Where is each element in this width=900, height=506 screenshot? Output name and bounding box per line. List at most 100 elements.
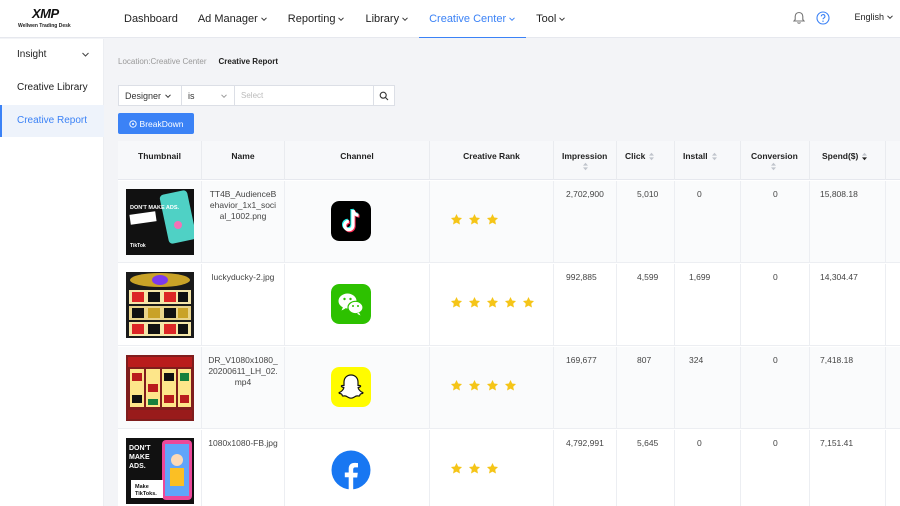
cell-thumb [118, 264, 202, 346]
sidebar-item-label: Creative Report [17, 115, 88, 126]
cell-conversion: 0 [741, 347, 810, 429]
column-header-impression[interactable]: Impression [554, 141, 617, 180]
breakdown-button[interactable]: BreakDown [118, 113, 194, 134]
cell-value: 5,645 [637, 438, 659, 448]
creative-thumbnail[interactable]: DON'T MAKE ADS. Make TikToks. [126, 438, 194, 504]
column-header-conversion[interactable]: Conversion [741, 141, 810, 180]
creative-thumbnail[interactable] [126, 355, 194, 421]
star-icon [450, 213, 463, 225]
star-icon [468, 462, 481, 474]
chevron-down-icon [509, 16, 515, 21]
sidebar: Insight Creative Library Creative Report [0, 39, 104, 506]
sort-icon[interactable] [770, 162, 777, 171]
cell-value: 14,304.47 [820, 272, 858, 282]
nav-item-library[interactable]: Library [355, 0, 419, 38]
filter-operator-select[interactable]: is [181, 85, 235, 106]
column-header-install[interactable]: Install [675, 141, 741, 180]
cell-install: 0 [675, 181, 741, 263]
main-nav: Dashboard Ad Manager Reporting Library Creat… [114, 0, 576, 38]
cell-impression: 2,702,900 [554, 181, 617, 263]
nav-item-tool[interactable]: Tool [526, 0, 576, 38]
cell-value: 15,808.18 [820, 189, 858, 199]
table-row[interactable]: DON'T MAKE ADS. TikTok TT4B_AudienceBehavi… [118, 181, 900, 263]
facebook-icon [331, 450, 371, 490]
nav-item-reporting[interactable]: Reporting [278, 0, 356, 38]
creative-thumbnail[interactable] [126, 272, 194, 338]
search-button[interactable] [373, 85, 395, 106]
cell-value: 7,151.41 [820, 438, 854, 448]
table-row[interactable]: DON'T MAKE ADS. Make TikToks. 1080x1080-FB.jp… [118, 430, 900, 506]
cell-spend: 15,808.18 [810, 181, 886, 263]
cell-impression: 4,792,991 [554, 430, 617, 506]
cell-value: 4,599 [637, 272, 659, 282]
creative-name: 1080x1080-FB.jpg [208, 438, 278, 448]
cell-thumb: DON'T MAKE ADS. Make TikToks. [118, 430, 202, 506]
cell-value: 7,418.18 [820, 355, 854, 365]
sort-icon[interactable] [648, 152, 655, 161]
svg-text:TikToks.: TikToks. [135, 491, 157, 497]
cell-click: 5,645 [617, 430, 675, 506]
cell-value: 1,699 [689, 272, 711, 282]
column-header-channel: Channel [285, 141, 430, 180]
tiktok-icon [331, 201, 371, 241]
creative-thumbnail[interactable]: DON'T MAKE ADS. TikTok [126, 189, 197, 255]
creative-name: DR_V1080x1080_20200611_LH_02.mp4 [208, 355, 278, 387]
nav-item-creative-center[interactable]: Creative Center [419, 0, 527, 38]
language-selector[interactable]: English [854, 12, 894, 22]
cell-value: 0 [773, 438, 778, 448]
cell-name: 1080x1080-FB.jpg [202, 430, 285, 506]
cell-value: 992,885 [566, 272, 597, 282]
chevron-down-icon [165, 93, 171, 98]
table-row[interactable]: luckyducky-2.jpg 992,885 4,599 1,699 0 14,304… [118, 264, 900, 346]
chevron-down-icon [887, 15, 893, 20]
breakdown-label: BreakDown [139, 118, 184, 129]
star-icon [468, 213, 481, 225]
sort-desc-icon[interactable] [861, 152, 868, 161]
svg-text:MAKE: MAKE [129, 454, 150, 461]
table-row[interactable]: DR_V1080x1080_20200611_LH_02.mp4 169,677 8… [118, 347, 900, 429]
filter-value-input[interactable] [234, 85, 374, 106]
cell-click: 4,599 [617, 264, 675, 346]
column-header-creative-rank: Creative Rank [430, 141, 554, 180]
sidebar-item-insight[interactable]: Insight [0, 39, 104, 71]
cell-spend: 7,151.41 [810, 430, 886, 506]
cell-value: 2,702,900 [566, 189, 604, 199]
sidebar-item-creative-library[interactable]: Creative Library [0, 72, 104, 104]
bell-icon[interactable] [792, 11, 806, 25]
breadcrumb-location: Location:Creative Center [118, 57, 207, 66]
cell-value: 0 [697, 189, 702, 199]
cell-channel [285, 181, 430, 263]
chevron-down-icon [260, 17, 267, 22]
creative-rank-stars [450, 296, 535, 309]
column-header-spend[interactable]: Spend($) [810, 141, 886, 180]
nav-item-label: Tool [536, 13, 557, 25]
app-logo[interactable]: XMP Wellwen Trading Desk [18, 6, 78, 32]
nav-item-label: Dashboard [124, 13, 178, 25]
filter-bar: Designer is [118, 85, 395, 106]
cell-rank [430, 430, 554, 506]
column-header-click[interactable]: Click [617, 141, 675, 180]
cell-impression: 992,885 [554, 264, 617, 346]
cell-value: 807 [637, 355, 652, 365]
star-icon [468, 379, 481, 391]
logo-subtitle: Wellwen Trading Desk [18, 23, 71, 29]
cell-name: luckyducky-2.jpg [202, 264, 285, 346]
nav-item-dashboard[interactable]: Dashboard [114, 0, 188, 38]
cell-thumb: DON'T MAKE ADS. TikTok [118, 181, 202, 263]
star-icon [468, 296, 481, 308]
nav-item-ad-manager[interactable]: Ad Manager [188, 0, 278, 38]
sort-icon[interactable] [711, 152, 718, 161]
chevron-down-icon [221, 94, 227, 99]
help-icon[interactable] [816, 11, 830, 25]
cell-click: 807 [617, 347, 675, 429]
cell-name: DR_V1080x1080_20200611_LH_02.mp4 [202, 347, 285, 429]
creative-rank-stars [450, 379, 517, 392]
star-icon [486, 379, 499, 391]
sort-icon[interactable] [582, 162, 589, 171]
sidebar-item-creative-report[interactable]: Creative Report [0, 105, 104, 137]
star-icon [486, 296, 499, 308]
svg-text:DON'T MAKE ADS.: DON'T MAKE ADS. [130, 205, 180, 211]
filter-field-select[interactable]: Designer [118, 85, 182, 106]
column-header-name: Name [202, 141, 285, 180]
cell-impression: 169,677 [554, 347, 617, 429]
